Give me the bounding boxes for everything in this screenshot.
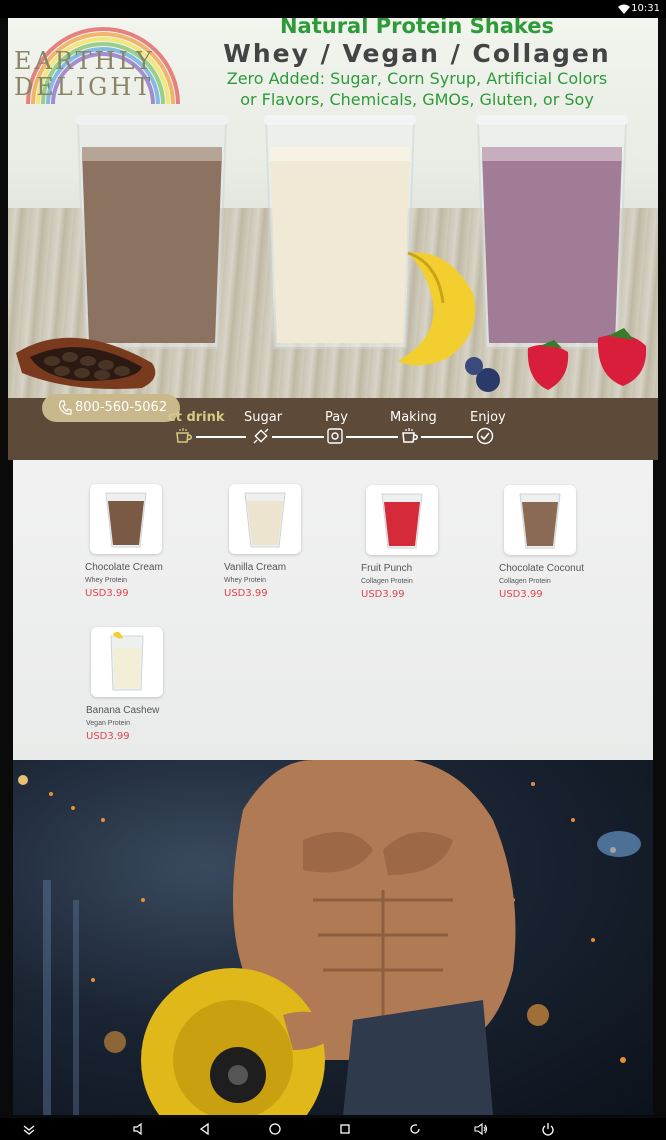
pay-icon [327, 428, 343, 444]
headline-block: Natural Protein Shakes Whey / Vegan / Co… [178, 18, 656, 110]
promo-banner: EARTHLY DELIGHT Natural Protein Shakes W… [8, 18, 658, 398]
making-icon [402, 428, 418, 443]
step-label-enjoy: Enjoy [470, 410, 506, 425]
brand-line-2: DELIGHT [14, 73, 154, 101]
drink-fill [522, 502, 558, 546]
home-icon[interactable] [268, 1122, 282, 1136]
back-icon[interactable] [198, 1122, 212, 1136]
product-price: USD3.99 [361, 589, 405, 600]
drink-fill [113, 648, 141, 688]
product-category: Whey Protein [224, 577, 267, 584]
product-price: USD3.99 [86, 731, 130, 742]
check-icon [476, 427, 494, 445]
fitness-promo-image [13, 760, 653, 1115]
drink-cup-image [519, 493, 561, 549]
product-thumbnail [366, 485, 438, 555]
product-thumbnail [504, 485, 576, 555]
drink-fill [108, 501, 144, 545]
product-name: Banana Cashew [86, 705, 160, 716]
claim-line-2: or Flavors, Chemicals, GMOs, Gluten, or … [240, 90, 594, 109]
step-label-pay: Pay [325, 410, 348, 425]
step-connector [421, 436, 473, 438]
volume-down-icon[interactable] [132, 1122, 146, 1136]
drink-fill [247, 501, 283, 545]
product-name: Fruit Punch [361, 563, 413, 574]
brand-logo: EARTHLY DELIGHT [14, 48, 154, 100]
product-category: Vegan Protein [86, 720, 130, 727]
product-name: Vanilla Cream [224, 562, 287, 573]
chocolate-shake-glass [76, 115, 228, 349]
rotate-icon[interactable] [408, 1122, 422, 1136]
drink-cup-image [381, 493, 423, 549]
cup-icon [176, 428, 192, 443]
step-connector [272, 436, 324, 438]
recents-icon[interactable] [338, 1122, 352, 1136]
cacao-pod-image [16, 337, 156, 389]
product-price: USD3.99 [224, 588, 268, 599]
volume-up-icon[interactable] [474, 1122, 488, 1136]
step-connector [346, 436, 398, 438]
phone-icon [59, 400, 72, 415]
product-thumbnail [90, 484, 162, 554]
step-label-sugar: Sugar [244, 410, 283, 425]
system-nav-bar [0, 1118, 666, 1140]
clock: 10:31 [631, 3, 660, 14]
berries-image [465, 328, 647, 392]
phone-number: 800-560-5062 [75, 400, 168, 415]
drink-cup-image [105, 492, 147, 548]
step-connector [196, 436, 246, 438]
product-category: Collagen Protein [499, 578, 551, 585]
drink-cup-image [244, 492, 286, 548]
product-category: Whey Protein [85, 577, 128, 584]
brand-line-1: EARTHLY [14, 47, 155, 75]
claim-line-1: Zero Added: Sugar, Corn Syrup, Artificia… [226, 69, 608, 88]
subheadline: Whey / Vegan / Collagen [223, 39, 611, 68]
headline: Natural Protein Shakes [279, 18, 555, 38]
product-thumbnail [229, 484, 301, 554]
bodybuilder-image [18, 760, 641, 1115]
wifi-icon [618, 4, 630, 14]
phone-number-pill[interactable]: 800-560-5062 [42, 394, 180, 422]
product-name: Chocolate Coconut [499, 563, 585, 574]
product-menu: Chocolate Cream Whey Protein USD3.99 Van… [13, 460, 653, 760]
sugar-icon [253, 428, 269, 444]
power-icon[interactable] [541, 1122, 555, 1136]
product-thumbnail [91, 627, 163, 697]
drink-cup-image [110, 631, 144, 691]
product-price: USD3.99 [499, 589, 543, 600]
status-bar: 10:31 [0, 0, 666, 18]
product-category: Collagen Protein [361, 578, 413, 585]
step-label-making: Making [390, 410, 437, 425]
product-price: USD3.99 [85, 588, 129, 599]
step-label-select-drink: ct drink [168, 410, 225, 425]
product-name: Chocolate Cream [85, 562, 163, 573]
drink-fill [384, 502, 420, 546]
collapse-icon[interactable] [22, 1122, 36, 1136]
